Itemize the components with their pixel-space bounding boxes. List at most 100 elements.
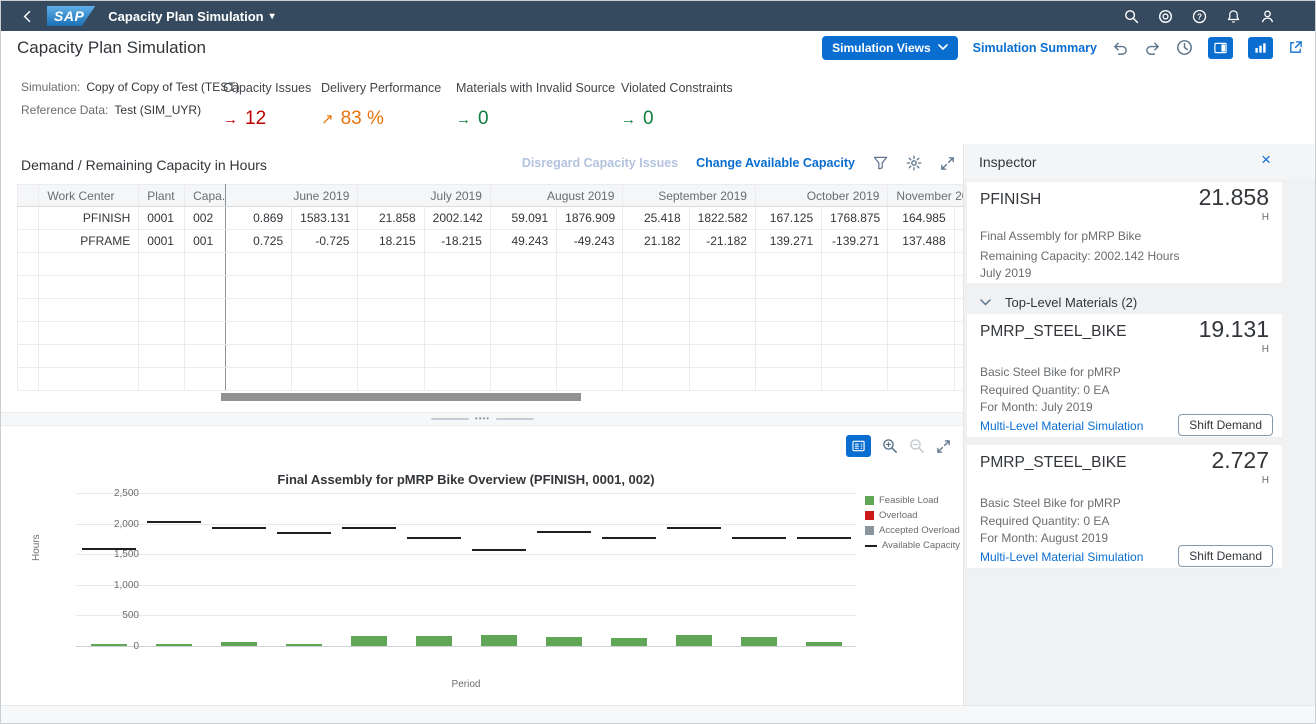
close-icon[interactable]: × (1261, 151, 1271, 168)
bar-feasible-load[interactable] (481, 635, 517, 646)
undo-icon[interactable] (1112, 41, 1129, 55)
empty-cell (689, 299, 755, 322)
value-cell: 21.182 (623, 230, 689, 253)
legend-label: Available Capacity (882, 540, 960, 551)
simulation-summary-link[interactable]: Simulation Summary (973, 41, 1097, 55)
inspector-work-center-card[interactable]: PFINISH21.858HFinal Assembly for pMRP Bi… (966, 181, 1283, 284)
kpi-invalid-source[interactable]: Materials with Invalid Source →0 (456, 81, 615, 130)
shift-demand-button[interactable]: Shift Demand (1178, 414, 1273, 436)
column-header-month[interactable]: October 2019 (755, 185, 888, 207)
profile-icon[interactable] (1260, 9, 1275, 24)
settings-icon[interactable] (906, 155, 922, 171)
empty-cell (39, 276, 139, 299)
legend-item[interactable]: Overload (865, 510, 960, 521)
legend-item[interactable]: Accepted Overload (865, 525, 960, 536)
bar-feasible-load[interactable] (806, 642, 842, 646)
empty-cell (888, 368, 954, 391)
available-capacity-marker (602, 537, 656, 539)
value-cell: 25.418 (623, 207, 689, 230)
column-header-plant[interactable]: Plant (139, 185, 185, 207)
empty-table-row (18, 368, 965, 391)
legend-item[interactable]: Available Capacity (865, 540, 960, 551)
help-icon[interactable]: ? (1192, 9, 1207, 24)
kpi-violated-constraints[interactable]: Violated Constraints →0 (621, 81, 733, 130)
history-icon[interactable] (1176, 39, 1193, 56)
value-cell: -0.725 (292, 230, 358, 253)
expand-icon[interactable] (940, 156, 955, 171)
kpi-capacity-issues[interactable]: Capacity Issues →12 (223, 81, 311, 130)
back-icon[interactable] (21, 10, 34, 23)
panel-toggle-icon[interactable] (1208, 37, 1233, 59)
empty-cell (557, 253, 623, 276)
column-header-capacity[interactable]: Capa... (185, 185, 226, 207)
search-icon[interactable] (1124, 9, 1139, 24)
empty-cell (424, 345, 490, 368)
column-header-month[interactable]: November 20 (888, 185, 964, 207)
empty-cell (888, 322, 954, 345)
empty-cell (18, 322, 39, 345)
zoom-in-icon[interactable] (882, 438, 898, 454)
empty-cell (954, 368, 964, 391)
column-header-month[interactable]: June 2019 (225, 185, 358, 207)
splitter-handle[interactable]: •••• (1, 412, 964, 426)
table-row[interactable]: PFINISH00010020.8691583.13121.8582002.14… (18, 207, 965, 230)
row-selector-header[interactable] (18, 185, 39, 207)
bar-feasible-load[interactable] (676, 635, 712, 646)
value-cell: 18.215 (358, 230, 424, 253)
chevron-down-icon[interactable] (980, 299, 991, 306)
empty-cell (292, 253, 358, 276)
bar-feasible-load[interactable] (286, 644, 322, 646)
bar-feasible-load[interactable] (351, 636, 387, 646)
row-selector-cell[interactable] (18, 207, 39, 230)
multi-level-material-simulation-link[interactable]: Multi-Level Material Simulation (980, 550, 1143, 564)
legend-item[interactable]: Feasible Load (865, 495, 960, 506)
empty-table-row (18, 322, 965, 345)
bar-feasible-load[interactable] (156, 644, 192, 646)
bar-feasible-load[interactable] (416, 636, 452, 646)
empty-cell (358, 299, 424, 322)
value-cell: 167.125 (755, 207, 821, 230)
top-level-materials-section[interactable]: Top-Level Materials (2) (964, 290, 1315, 314)
app-title-menu[interactable]: Capacity Plan Simulation ▾ (108, 9, 274, 24)
expand-icon[interactable] (936, 439, 951, 454)
table-row[interactable]: PFRAME00010010.725-0.72518.215-18.21549.… (18, 230, 965, 253)
empty-cell (755, 322, 821, 345)
bar-feasible-load[interactable] (741, 637, 777, 646)
bar-feasible-load[interactable] (611, 638, 647, 646)
inspector-material-card[interactable]: PMRP_STEEL_BIKE2.727HBasic Steel Bike fo… (966, 444, 1283, 569)
bar-feasible-load[interactable] (91, 644, 127, 646)
multi-level-material-simulation-link[interactable]: Multi-Level Material Simulation (980, 419, 1143, 433)
shift-demand-button[interactable]: Shift Demand (1178, 545, 1273, 567)
bar-feasible-load[interactable] (221, 642, 257, 646)
kpi-delivery-performance[interactable]: Delivery Performance ↗83 % (321, 81, 441, 130)
horizontal-scrollbar[interactable] (17, 393, 964, 401)
empty-cell (623, 322, 689, 345)
filter-icon[interactable] (873, 156, 888, 170)
notifications-icon[interactable] (1226, 9, 1241, 24)
value-cell: 137.488 (888, 230, 954, 253)
column-header-month[interactable]: August 2019 (490, 185, 623, 207)
row-selector-cell[interactable] (18, 230, 39, 253)
bar-feasible-load[interactable] (546, 637, 582, 646)
chart-plot-area[interactable]: 05001,0001,5002,0002,500June 2019July 20… (76, 493, 856, 646)
legend-icon[interactable] (846, 435, 871, 457)
inspector-title: Inspector (979, 154, 1037, 170)
copilot-icon[interactable] (1158, 9, 1173, 24)
card-value: 19.131 (1199, 316, 1269, 343)
required-quantity-line: Required Quantity: 0 EA (980, 514, 1109, 528)
chart-toggle-icon[interactable] (1248, 37, 1273, 59)
column-header-month[interactable]: September 2019 (623, 185, 756, 207)
column-header-month[interactable]: July 2019 (358, 185, 491, 207)
capacity-table-wrap: Work CenterPlantCapa...June 2019July 201… (17, 184, 964, 391)
inspector-material-card[interactable]: PMRP_STEEL_BIKE19.131HBasic Steel Bike f… (966, 313, 1283, 438)
change-available-capacity-button[interactable]: Change Available Capacity (696, 156, 855, 170)
empty-cell (490, 299, 556, 322)
column-header-work-center[interactable]: Work Center (39, 185, 139, 207)
card-title: PFINISH (980, 191, 1041, 209)
redo-icon[interactable] (1144, 41, 1161, 55)
scrollbar-thumb[interactable] (221, 393, 581, 401)
value-cell: 49.243 (490, 230, 556, 253)
simulation-views-button[interactable]: Simulation Views (822, 36, 957, 60)
value-cell: -139.271 (822, 230, 888, 253)
open-in-new-icon[interactable] (1288, 40, 1303, 55)
